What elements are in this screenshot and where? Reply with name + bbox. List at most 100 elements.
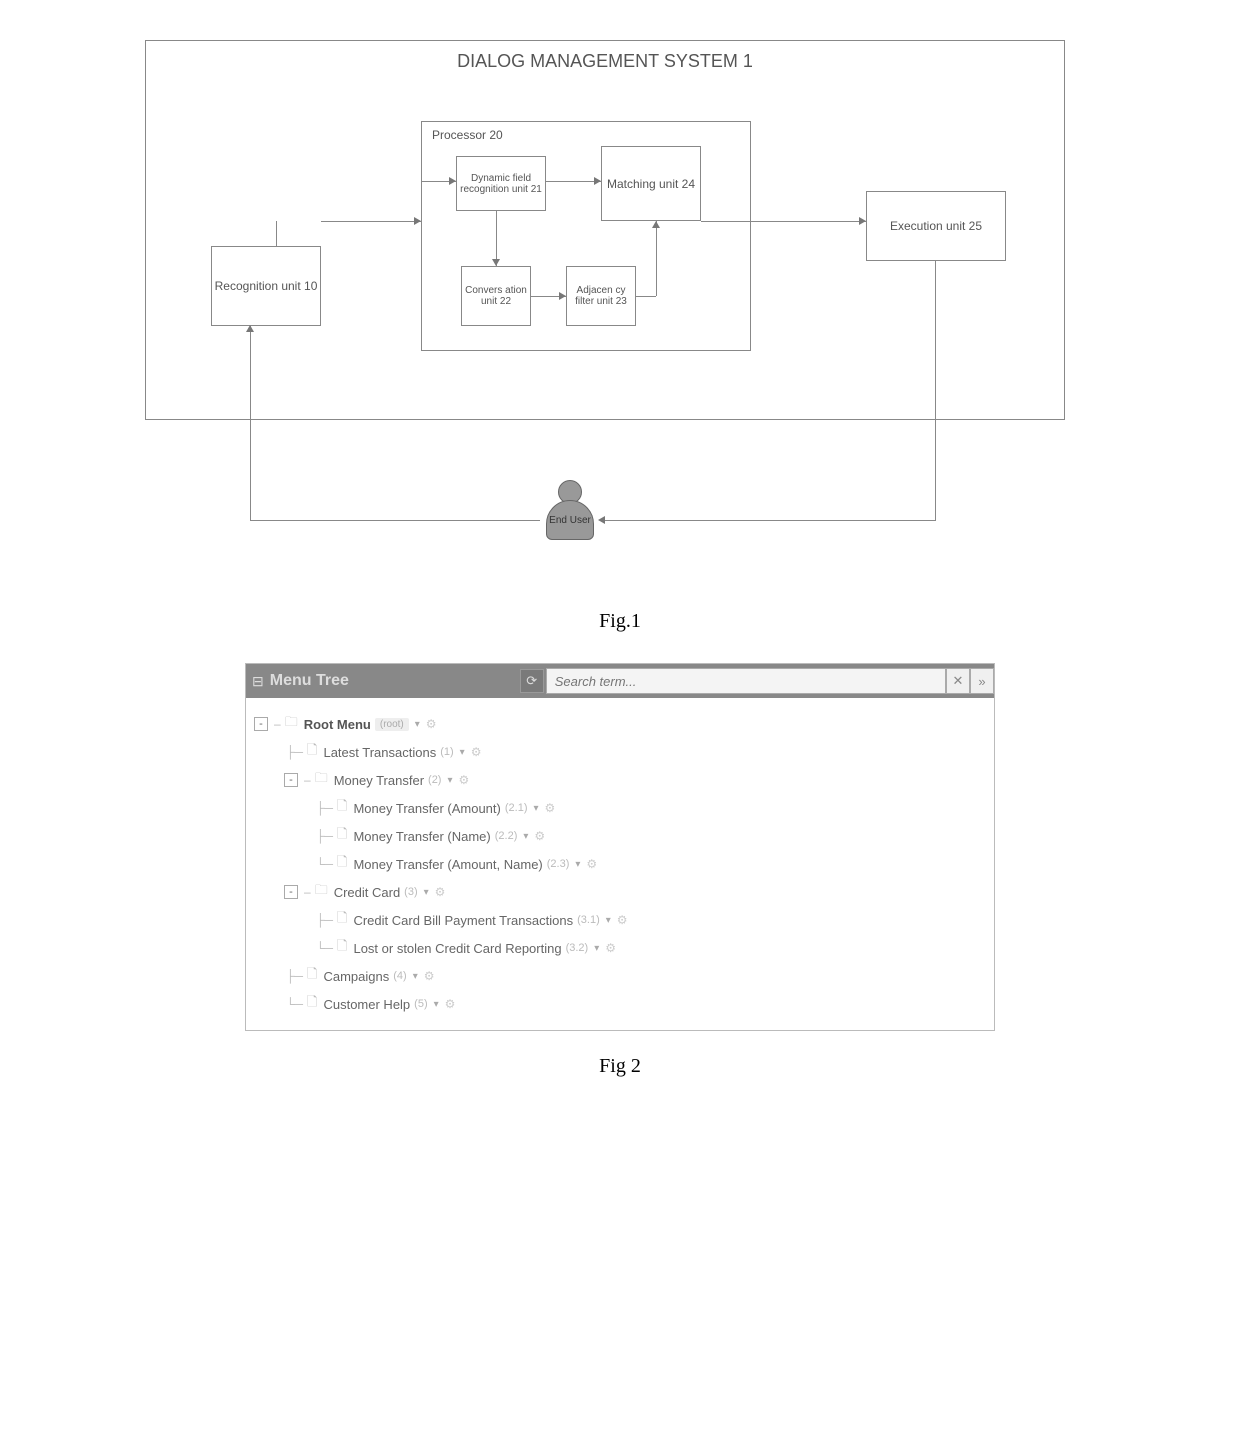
execution-unit-box: Execution unit 25 bbox=[866, 191, 1006, 261]
tree-connector-icon: └─ bbox=[316, 857, 333, 871]
clear-search-button[interactable]: ✕ bbox=[946, 668, 970, 694]
node-id: (2.3) bbox=[547, 858, 570, 870]
tree-row[interactable]: ├─ 🗋 Latest Transactions (1) ▾ ⚙ bbox=[254, 738, 986, 766]
matching-unit-box: Matching unit 24 bbox=[601, 146, 701, 221]
node-id: (5) bbox=[414, 998, 427, 1010]
page-icon: 🗋 bbox=[307, 741, 317, 763]
node-label[interactable]: Money Transfer (Amount) bbox=[353, 801, 500, 816]
tree-row[interactable]: -–🗀Credit Card(3)▾⚙ bbox=[254, 878, 986, 906]
chevron-down-icon[interactable]: ▾ bbox=[594, 943, 599, 954]
end-user-icon: End User bbox=[540, 480, 600, 550]
chevron-down-icon[interactable]: ▾ bbox=[447, 775, 452, 786]
fig1-caption: Fig.1 bbox=[40, 610, 1200, 633]
chevron-down-icon[interactable]: ▾ bbox=[523, 831, 528, 842]
page-icon: 🗋 bbox=[337, 853, 347, 875]
node-id: (2.2) bbox=[495, 830, 518, 842]
node-label[interactable]: Campaigns bbox=[323, 969, 389, 984]
dynamic-label: Dynamic field recognition unit 21 bbox=[459, 173, 543, 195]
chevron-down-icon[interactable]: ▾ bbox=[606, 915, 611, 926]
tree-connector-icon: └─ bbox=[316, 941, 333, 955]
folder-icon: 🗀 bbox=[285, 713, 298, 735]
node-label[interactable]: Credit Card Bill Payment Transactions bbox=[353, 913, 573, 928]
fig2-caption: Fig 2 bbox=[40, 1055, 1200, 1078]
gear-icon[interactable]: ⚙ bbox=[435, 885, 446, 899]
recognition-label: Recognition unit 10 bbox=[215, 279, 318, 293]
chevron-down-icon[interactable]: ▾ bbox=[533, 803, 538, 814]
gear-icon[interactable]: ⚙ bbox=[426, 717, 437, 731]
toggle-button[interactable]: - bbox=[284, 885, 298, 899]
tree-row[interactable]: ├─ 🗋 Money Transfer (Name) (2.2) ▾ ⚙ bbox=[254, 822, 986, 850]
tree-row[interactable]: -–🗀Money Transfer(2)▾⚙ bbox=[254, 766, 986, 794]
node-id: (1) bbox=[440, 746, 453, 758]
gear-icon[interactable]: ⚙ bbox=[459, 773, 470, 787]
page-icon: 🗋 bbox=[337, 797, 347, 819]
node-label[interactable]: Root Menu bbox=[304, 717, 371, 732]
node-id: (3.1) bbox=[577, 914, 600, 926]
fig1-diagram: DIALOG MANAGEMENT SYSTEM 1 Recognition u… bbox=[145, 40, 1095, 580]
tree-connector-icon: ├─ bbox=[286, 745, 303, 759]
gear-icon[interactable]: ⚙ bbox=[424, 969, 435, 983]
chevron-down-icon[interactable]: ▾ bbox=[575, 859, 580, 870]
adjacency-label: Adjacen cy filter unit 23 bbox=[569, 285, 633, 307]
page-icon: 🗋 bbox=[337, 909, 347, 931]
page-icon: 🗋 bbox=[307, 965, 317, 987]
page-icon: 🗋 bbox=[337, 937, 347, 959]
gear-icon[interactable]: ⚙ bbox=[445, 997, 456, 1011]
execution-label: Execution unit 25 bbox=[890, 219, 982, 233]
page-icon: 🗋 bbox=[337, 825, 347, 847]
matching-label: Matching unit 24 bbox=[607, 177, 695, 191]
node-label[interactable]: Latest Transactions bbox=[323, 745, 436, 760]
chevron-down-icon[interactable]: ▾ bbox=[415, 719, 420, 730]
gear-icon[interactable]: ⚙ bbox=[617, 913, 628, 927]
tree-connector-icon: ├─ bbox=[316, 829, 333, 843]
recognition-unit-box: Recognition unit 10 bbox=[211, 246, 321, 326]
folder-icon: 🗀 bbox=[315, 881, 328, 903]
refresh-button[interactable]: ⟳ bbox=[520, 669, 544, 693]
chevron-down-icon[interactable]: ▾ bbox=[424, 887, 429, 898]
search-input[interactable] bbox=[546, 668, 946, 694]
gear-icon[interactable]: ⚙ bbox=[534, 829, 545, 843]
gear-icon[interactable]: ⚙ bbox=[471, 745, 482, 759]
folder-icon: 🗀 bbox=[315, 769, 328, 791]
panel-header: ⊟ Menu Tree ⟳ ✕ » bbox=[246, 664, 994, 698]
collapse-icon[interactable]: ⊟ bbox=[252, 673, 264, 690]
page-icon: 🗋 bbox=[307, 993, 317, 1015]
node-label[interactable]: Money Transfer bbox=[334, 773, 424, 788]
root-badge: (root) bbox=[375, 718, 409, 731]
tree-row[interactable]: └─ 🗋 Money Transfer (Amount, Name) (2.3) ▾ ⚙ bbox=[254, 850, 986, 878]
node-label[interactable]: Lost or stolen Credit Card Reporting bbox=[353, 941, 561, 956]
node-label[interactable]: Money Transfer (Name) bbox=[353, 829, 490, 844]
toggle-button[interactable]: - bbox=[284, 773, 298, 787]
processor-label: Processor 20 bbox=[432, 128, 503, 142]
node-label[interactable]: Money Transfer (Amount, Name) bbox=[353, 857, 542, 872]
node-id: (3.2) bbox=[566, 942, 589, 954]
tree-row[interactable]: -–🗀Root Menu(root)▾⚙ bbox=[254, 710, 986, 738]
chevron-down-icon[interactable]: ▾ bbox=[434, 999, 439, 1010]
chevron-down-icon[interactable]: ▾ bbox=[460, 747, 465, 758]
tree-row[interactable]: ├─ 🗋 Money Transfer (Amount) (2.1) ▾ ⚙ bbox=[254, 794, 986, 822]
tree-connector-icon: ├─ bbox=[316, 913, 333, 927]
gear-icon[interactable]: ⚙ bbox=[586, 857, 597, 871]
expand-button[interactable]: » bbox=[970, 668, 994, 694]
tree-row[interactable]: └─🗋Customer Help(5)▾⚙ bbox=[254, 990, 986, 1018]
toggle-button[interactable]: - bbox=[254, 717, 268, 731]
tree-body: -–🗀Root Menu(root)▾⚙├─🗋Latest Transactio… bbox=[246, 698, 994, 1030]
chevron-down-icon[interactable]: ▾ bbox=[413, 971, 418, 982]
menu-tree-panel: ⊟ Menu Tree ⟳ ✕ » -–🗀Root Menu(root)▾⚙├─… bbox=[245, 663, 995, 1031]
panel-title: Menu Tree bbox=[270, 672, 520, 690]
gear-icon[interactable]: ⚙ bbox=[545, 801, 556, 815]
dynamic-field-box: Dynamic field recognition unit 21 bbox=[456, 156, 546, 211]
end-user-label: End User bbox=[549, 515, 591, 526]
node-id: (4) bbox=[393, 970, 406, 982]
node-label[interactable]: Customer Help bbox=[323, 997, 410, 1012]
tree-row[interactable]: ├─ 🗋 Campaigns (4) ▾ ⚙ bbox=[254, 962, 986, 990]
system-box: DIALOG MANAGEMENT SYSTEM 1 Recognition u… bbox=[145, 40, 1065, 420]
node-id: (2.1) bbox=[505, 802, 528, 814]
tree-connector-icon: ├─ bbox=[316, 801, 333, 815]
gear-icon[interactable]: ⚙ bbox=[605, 941, 616, 955]
node-label[interactable]: Credit Card bbox=[334, 885, 400, 900]
tree-row[interactable]: └─ 🗋 Lost or stolen Credit Card Reporting (… bbox=[254, 934, 986, 962]
conversation-unit-box: Convers ation unit 22 bbox=[461, 266, 531, 326]
tree-row[interactable]: ├─ 🗋 Credit Card Bill Payment Transactions… bbox=[254, 906, 986, 934]
tree-connector-icon: ├─ bbox=[286, 969, 303, 983]
